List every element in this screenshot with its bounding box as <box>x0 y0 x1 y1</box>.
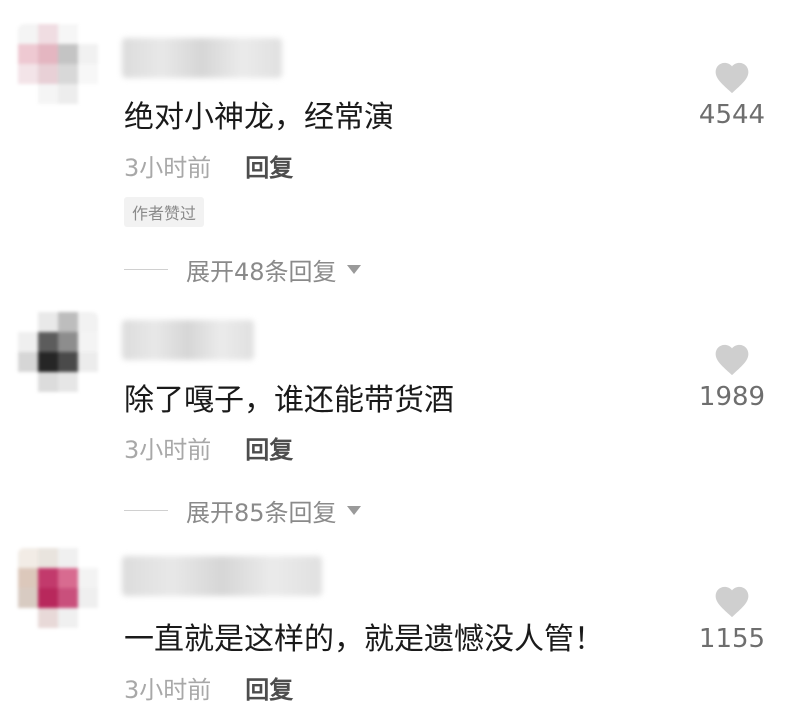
like-button[interactable]: 1989 <box>690 340 774 412</box>
expand-replies-button[interactable]: 展开85条回复 <box>124 493 361 528</box>
comment-time: 3小时前 <box>124 676 212 704</box>
like-count: 1155 <box>698 624 766 654</box>
like-count: 1989 <box>698 382 766 412</box>
like-count: 4544 <box>698 100 766 130</box>
expand-replies-button[interactable]: 展开48条回复 <box>124 252 361 287</box>
reply-button[interactable]: 回复 <box>245 676 293 704</box>
comment-text: 除了嘎子，谁还能带货酒 <box>124 383 454 418</box>
comment-meta: 3小时前 回复 <box>124 670 293 705</box>
comment-time: 3小时前 <box>124 436 212 464</box>
expand-replies-label: 展开85条回复 <box>186 499 337 527</box>
username[interactable] <box>122 38 282 78</box>
heart-icon[interactable] <box>712 582 752 618</box>
avatar[interactable] <box>18 24 98 104</box>
like-button[interactable]: 1155 <box>690 582 774 654</box>
author-liked-badge: 作者赞过 <box>124 197 205 227</box>
comment-meta: 3小时前 回复 <box>124 148 293 183</box>
triangle-down-icon <box>346 265 361 274</box>
username[interactable] <box>122 320 254 360</box>
heart-icon[interactable] <box>712 340 752 376</box>
comment-time: 3小时前 <box>124 154 212 182</box>
expand-replies-label: 展开48条回复 <box>186 258 337 286</box>
avatar[interactable] <box>18 548 98 628</box>
comment-meta: 3小时前 回复 <box>124 430 293 465</box>
reply-button[interactable]: 回复 <box>245 436 293 464</box>
avatar[interactable] <box>18 312 98 392</box>
divider <box>124 269 168 270</box>
reply-button[interactable]: 回复 <box>245 154 293 182</box>
heart-icon[interactable] <box>712 58 752 94</box>
divider <box>124 510 168 511</box>
comment-text: 一直就是这样的，就是遗憾没人管！ <box>124 622 604 657</box>
comment-text: 绝对小神龙，经常演 <box>124 100 394 135</box>
triangle-down-icon <box>346 506 361 515</box>
like-button[interactable]: 4544 <box>690 58 774 130</box>
username[interactable] <box>122 556 322 596</box>
